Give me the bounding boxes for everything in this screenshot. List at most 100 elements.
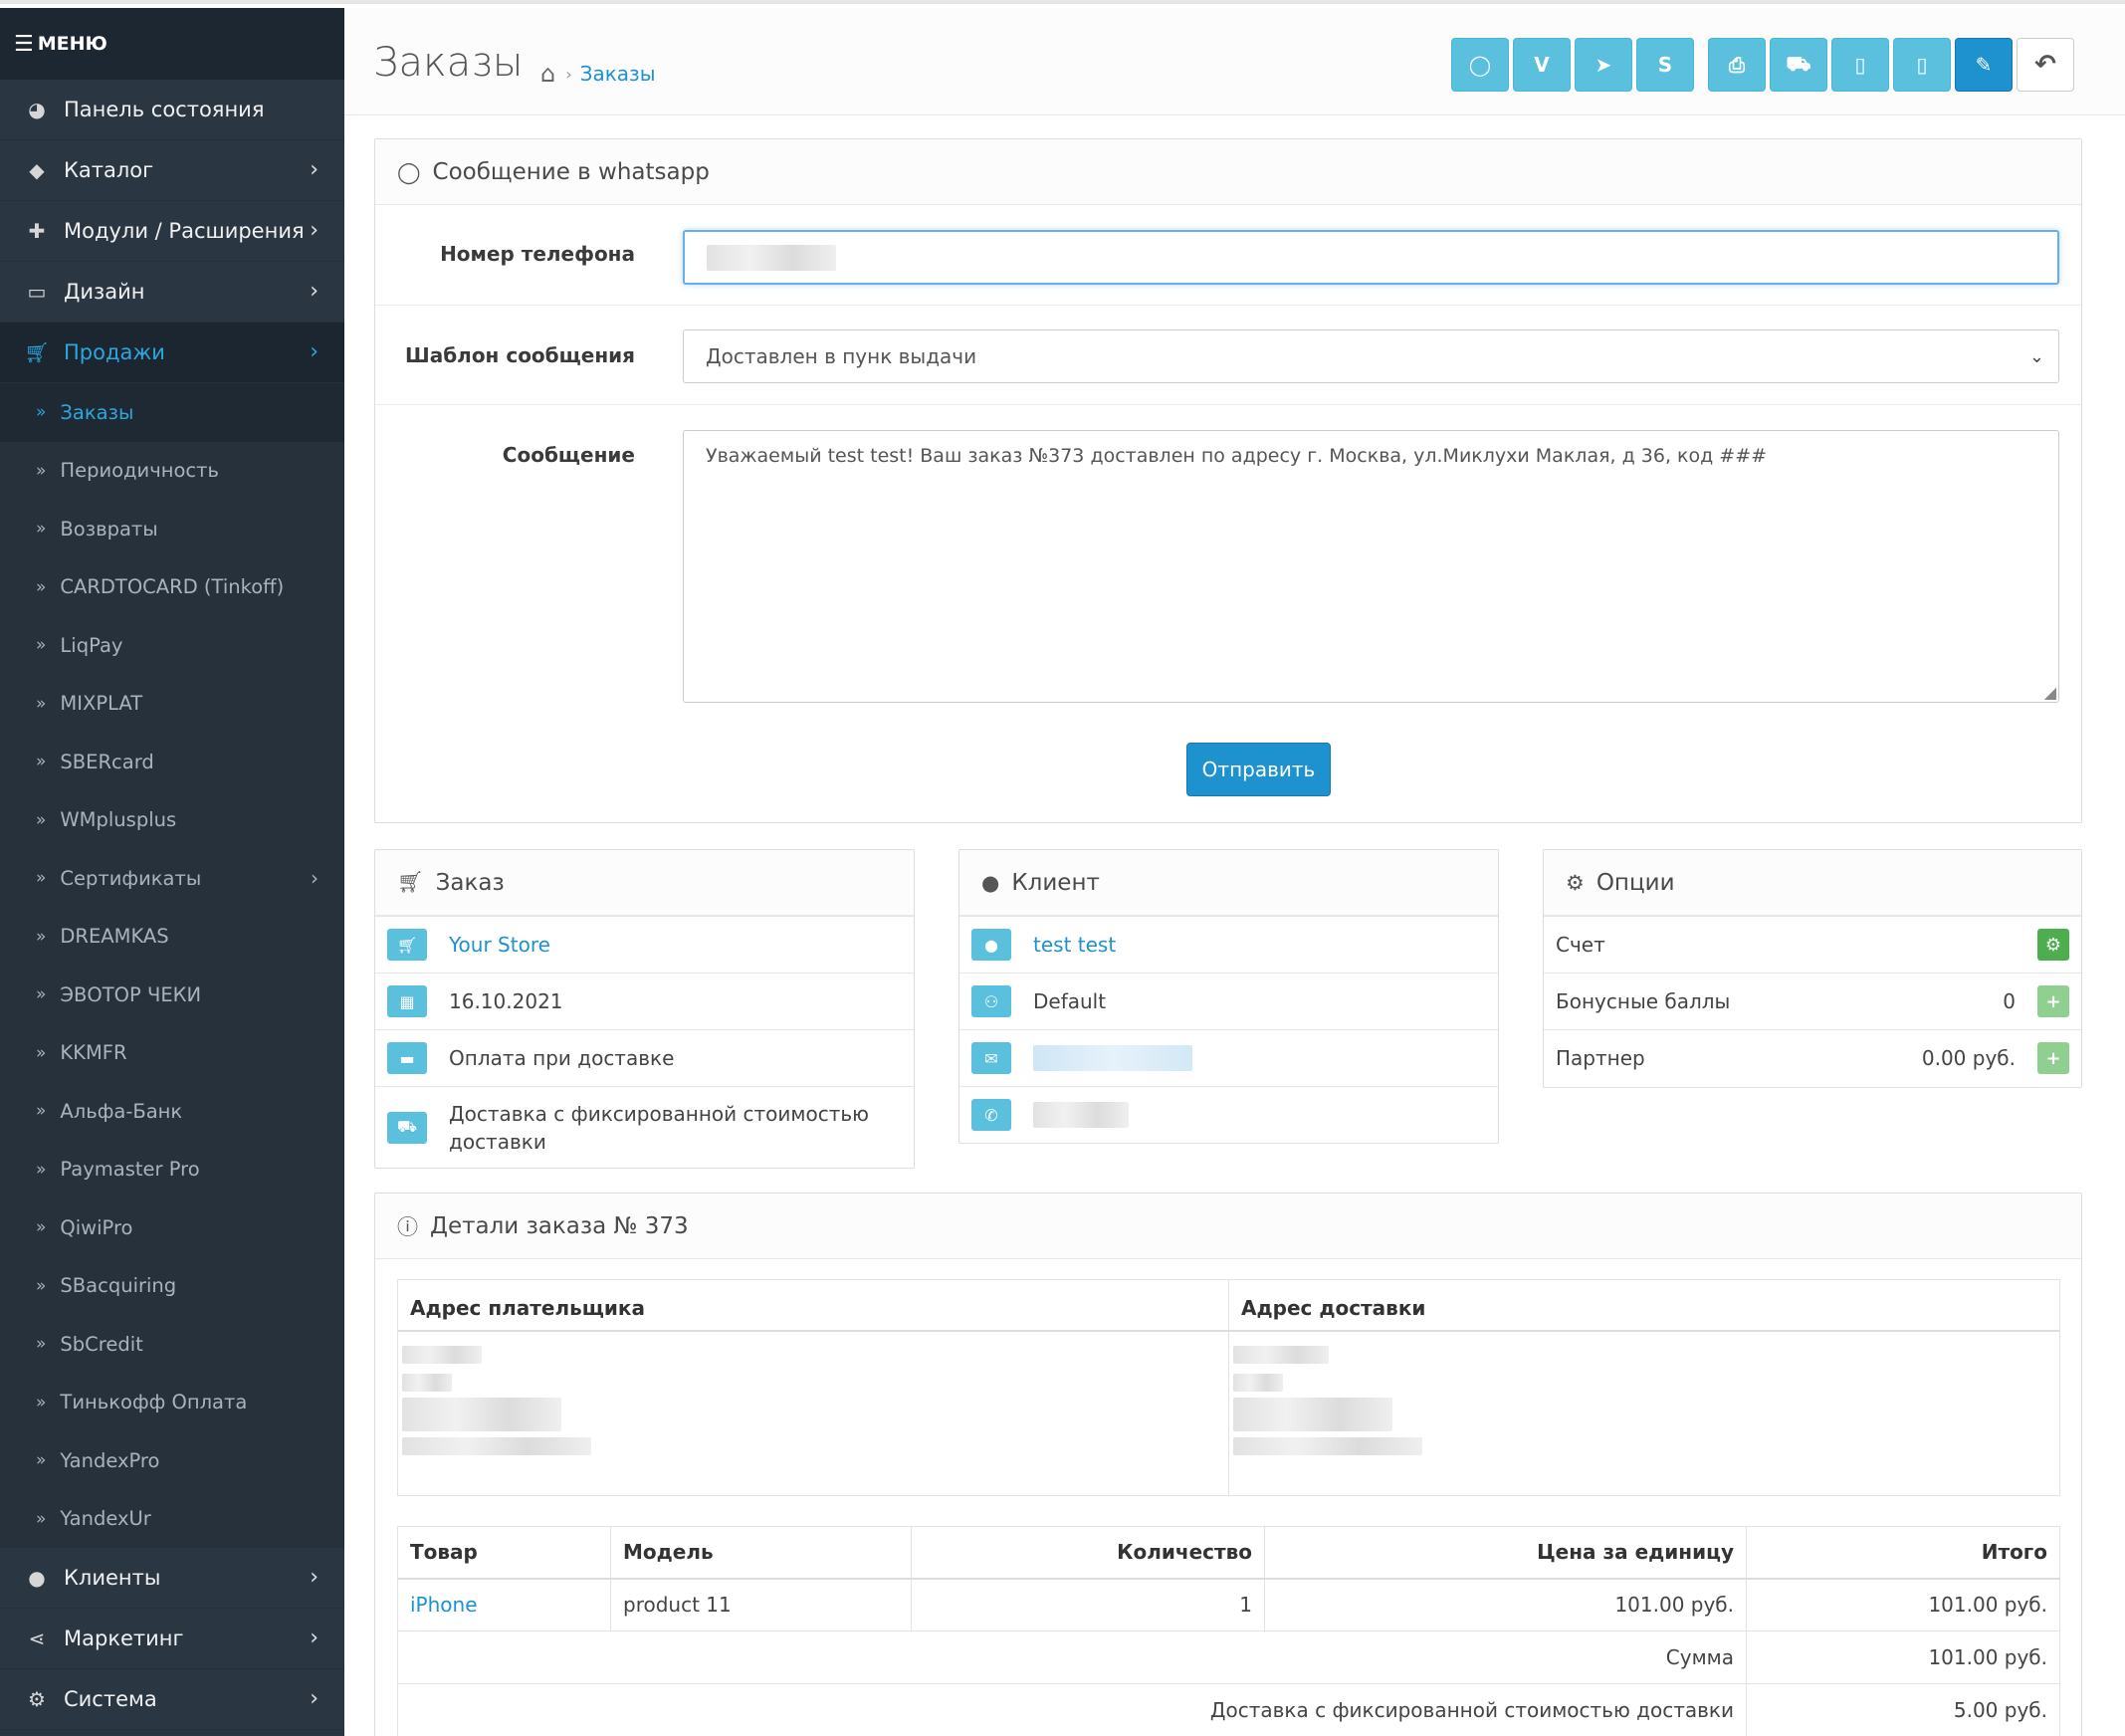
print-invoice-button[interactable]: ⎙: [1708, 38, 1766, 92]
toolbar: ◯ V ➤ S ⎙ ⛟ ▯ ▯ ✎ ↶: [1451, 38, 2078, 92]
nav-label: Продажи: [64, 340, 165, 364]
breadcrumb-separator: ›: [565, 64, 572, 84]
panel-heading: ⚙ Опции: [1544, 850, 2081, 916]
client-group: Default: [1033, 989, 1107, 1013]
viber-icon: V: [1534, 53, 1550, 77]
credit-card-icon[interactable]: ▬: [387, 1042, 427, 1074]
nav-system[interactable]: ⚙ Система ›: [0, 1669, 344, 1730]
panel-heading: ◯ Сообщение в whatsapp: [375, 139, 2081, 205]
sub-item[interactable]: » KKMFR: [0, 1024, 344, 1083]
panel-title: Клиент: [1011, 869, 1100, 896]
viber-button[interactable]: V: [1513, 38, 1571, 92]
telegram-button[interactable]: ➤: [1575, 38, 1632, 92]
store-row: 🛒︎ Your Store: [375, 916, 914, 973]
envelope-icon[interactable]: ✉: [971, 1042, 1011, 1074]
back-button[interactable]: ↶: [2017, 38, 2074, 92]
sub-label: Paymaster Pro: [60, 1158, 200, 1182]
shipping-total-label: Доставка с фиксированной стоимостью дост…: [397, 1683, 1747, 1736]
product-qty: 1: [911, 1578, 1265, 1631]
chevron-right-icon: ›: [310, 1626, 319, 1650]
products-table-wrap: Товар Модель Количество Цена за единицу …: [397, 1526, 2060, 1736]
panel-title: Заказ: [435, 869, 505, 896]
plus-circle-icon[interactable]: +: [2037, 1042, 2069, 1074]
plus-circle-icon[interactable]: +: [2037, 985, 2069, 1017]
print-shipping-button[interactable]: ⛟: [1770, 38, 1827, 92]
sub-item[interactable]: » SBERcard: [0, 733, 344, 791]
edit-button[interactable]: ✎: [1955, 38, 2013, 92]
sub-item[interactable]: » LiqPay: [0, 616, 344, 675]
skype-button[interactable]: S: [1636, 38, 1694, 92]
phone-input[interactable]: [683, 230, 2059, 285]
whatsapp-button[interactable]: ◯: [1451, 38, 1509, 92]
sub-item[interactable]: » SBacquiring: [0, 1257, 344, 1316]
user-icon[interactable]: ●: [971, 929, 1011, 961]
template-select[interactable]: Доставлен в пунк выдачи ⌄: [683, 329, 2059, 383]
redacted-value: [707, 244, 836, 271]
sub-item-orders[interactable]: » Заказы: [0, 383, 344, 442]
send-button[interactable]: Отправить: [1186, 743, 1331, 796]
sub-item[interactable]: » YandexUr: [0, 1490, 344, 1549]
breadcrumb-orders-link[interactable]: Заказы: [580, 62, 656, 86]
double-chevron-icon: »: [36, 1042, 47, 1063]
sub-label: YandexUr: [60, 1507, 151, 1531]
shipping-total-row: Доставка с фиксированной стоимостью дост…: [397, 1683, 2060, 1736]
sub-item-certificates[interactable]: » Сертификаты ›: [0, 849, 344, 908]
nav-catalog[interactable]: ◆ Каталог ›: [0, 140, 344, 201]
nav-customers[interactable]: ● Клиенты ›: [0, 1548, 344, 1609]
order-date: 16.10.2021: [449, 989, 563, 1013]
chevron-right-icon: ›: [310, 279, 319, 304]
calendar-icon[interactable]: ▦: [387, 985, 427, 1017]
truck-icon[interactable]: ⛟: [387, 1111, 427, 1144]
panel-heading: ⓘ Детали заказа № 373: [375, 1194, 2081, 1259]
store-link[interactable]: Your Store: [449, 933, 550, 957]
sub-item[interactable]: » WMplusplus: [0, 791, 344, 850]
cart-icon: 🛒︎: [397, 870, 424, 894]
sub-item[interactable]: » SbCredit: [0, 1315, 344, 1374]
sub-item[interactable]: » ЭВОТОР ЧЕКИ: [0, 966, 344, 1024]
sub-item[interactable]: » Альфа-Банк: [0, 1082, 344, 1141]
sub-item[interactable]: » Paymaster Pro: [0, 1141, 344, 1199]
message-label: Сообщение: [502, 443, 635, 467]
client-email-row: ✉: [959, 1029, 1498, 1086]
nav-design[interactable]: ▭ Дизайн ›: [0, 262, 344, 323]
chevron-right-icon: ›: [311, 866, 319, 891]
client-phone-row: ✆: [959, 1086, 1498, 1143]
sub-item[interactable]: » Периодичность: [0, 442, 344, 501]
cog-button-icon[interactable]: ⚙: [2037, 929, 2069, 961]
sub-item[interactable]: » Возвраты: [0, 500, 344, 558]
phone-icon[interactable]: ✆: [971, 1099, 1011, 1131]
pdf-shipping-button[interactable]: ▯: [1893, 38, 1951, 92]
shipping-line: Доставка с фиксированной стоимостью: [449, 1101, 869, 1126]
nav-marketing[interactable]: ⋖ Маркетинг ›: [0, 1609, 344, 1669]
product-name-link[interactable]: iPhone: [397, 1578, 611, 1631]
sub-item[interactable]: » MIXPLAT: [0, 675, 344, 734]
page-title: Заказы: [373, 40, 524, 86]
whatsapp-icon: ◯: [397, 159, 421, 184]
home-icon[interactable]: ⌂: [540, 60, 555, 88]
breadcrumb: ⌂ › Заказы: [540, 60, 655, 88]
sub-item[interactable]: » QiwiPro: [0, 1198, 344, 1257]
sub-label: Периодичность: [60, 459, 219, 483]
resize-handle-icon[interactable]: ◢: [2044, 683, 2056, 702]
message-value: Уважаемый test test! Ваш заказ №373 дост…: [706, 445, 1768, 467]
chevron-down-icon: ⌄: [2028, 345, 2044, 367]
nav-label: Система: [64, 1687, 157, 1711]
client-name-link[interactable]: test test: [1033, 933, 1116, 957]
menu-header-label: МЕНЮ: [37, 33, 107, 55]
group-icon[interactable]: ⚇: [971, 985, 1011, 1017]
nav-sales[interactable]: 🛒︎ Продажи ›: [0, 323, 344, 383]
col-product: Товар: [397, 1526, 611, 1580]
nav-extensions[interactable]: ✚ Модули / Расширения ›: [0, 201, 344, 262]
nav-dashboard[interactable]: ◕ Панель состояния: [0, 80, 344, 140]
sub-item[interactable]: » DREAMKAS: [0, 908, 344, 967]
menu-header[interactable]: ☰ МЕНЮ: [0, 8, 344, 80]
pdf-invoice-button[interactable]: ▯: [1831, 38, 1889, 92]
bonus-row: Бонусные баллы 0 +: [1544, 973, 2081, 1029]
message-textarea[interactable]: Уважаемый test test! Ваш заказ №373 дост…: [683, 430, 2059, 703]
sub-item[interactable]: » CARDTOCARD (Tinkoff): [0, 558, 344, 617]
sub-label: QiwiPro: [60, 1215, 133, 1239]
sub-item[interactable]: » Тинькофф Оплата: [0, 1374, 344, 1432]
options-panel: ⚙ Опции Счет ⚙ Бонусные баллы 0 + Партнер 0.0…: [1543, 849, 2082, 1088]
sub-item[interactable]: » YandexPro: [0, 1431, 344, 1490]
cart-icon[interactable]: 🛒︎: [387, 929, 427, 961]
